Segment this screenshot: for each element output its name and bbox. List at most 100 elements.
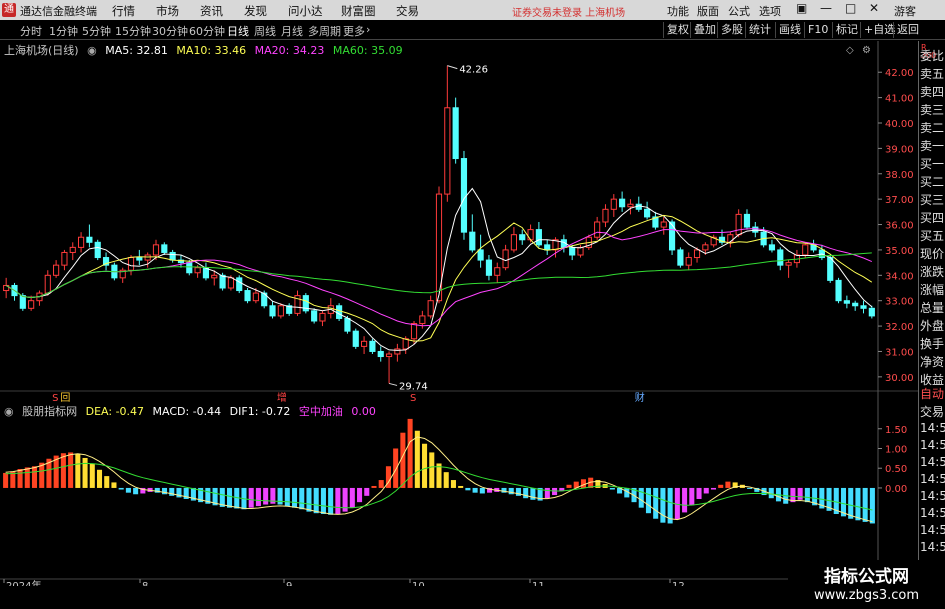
menu-jiaoyi[interactable]: 交易 xyxy=(396,3,419,19)
period-toolbar: 分时 1分钟 5分钟 15分钟 30分钟 60分钟 日线 周线 月线 多周期 更… xyxy=(0,20,945,40)
macd-bar xyxy=(161,487,168,495)
period-30min[interactable]: 30分钟 xyxy=(152,23,188,39)
candle-body xyxy=(535,229,542,246)
quote-buy1: 买一 xyxy=(920,157,945,171)
candle-body xyxy=(152,244,160,256)
macd-bar xyxy=(472,487,478,493)
macd-bar xyxy=(277,487,283,505)
menu-faxian[interactable]: 发现 xyxy=(244,3,267,19)
low-label: 29.74 xyxy=(399,381,428,392)
price-tick-label: 34.00 xyxy=(885,271,914,282)
stats-button[interactable]: 统计 xyxy=(745,22,774,38)
candle-body xyxy=(502,249,509,269)
adjust-button[interactable]: 复权 xyxy=(663,22,692,38)
f10-button[interactable]: F10 xyxy=(804,22,831,38)
candle-body xyxy=(28,300,35,309)
app-logo-icon: 通 xyxy=(2,3,16,17)
minimize-icon[interactable]: — xyxy=(820,1,832,15)
macd-bar xyxy=(653,487,659,519)
macd-bar xyxy=(450,480,456,488)
period-weekly[interactable]: 周线 xyxy=(254,23,276,39)
restore-layout-icon[interactable]: ▣ xyxy=(796,1,807,15)
macd-bar xyxy=(357,487,363,503)
period-multi[interactable]: 多周期 xyxy=(308,23,341,39)
low-pointer xyxy=(388,382,398,386)
period-daily[interactable]: 日线 xyxy=(227,23,249,39)
axis-labels: 30.00 31.00 32.00 33.00 34.00 35.00 36.00 37.00… xyxy=(0,68,918,586)
kline-chart[interactable]: 30.00 31.00 32.00 33.00 34.00 35.00 36.00 37.00… xyxy=(0,41,918,586)
macd-bar xyxy=(479,487,485,494)
candle-body xyxy=(835,279,842,302)
login-notice[interactable]: 证券交易未登录 上海机场 xyxy=(512,4,625,19)
time-tick-label: 8 xyxy=(142,581,148,586)
menu-caifuquan[interactable]: 财富圈 xyxy=(341,3,376,19)
signal-value: 0.00 xyxy=(351,405,376,418)
macd-bar xyxy=(566,484,572,488)
period-5min[interactable]: 5分钟 xyxy=(82,23,111,39)
period-more[interactable]: 更多 xyxy=(343,23,365,39)
signal-label: 空中加油 xyxy=(298,405,343,418)
trade-time: 14:56 xyxy=(920,421,945,435)
macd-bar xyxy=(82,457,88,488)
macd-bar xyxy=(349,487,355,508)
candle-body xyxy=(527,229,534,241)
high-label: 42.26 xyxy=(459,65,488,76)
candle-body xyxy=(693,249,701,259)
candle-body xyxy=(269,305,276,317)
legend-toggle-icon[interactable]: ◉ xyxy=(87,44,97,57)
menu-hangqing[interactable]: 行情 xyxy=(112,3,135,19)
period-1min[interactable]: 1分钟 xyxy=(49,23,78,39)
period-15min[interactable]: 15分钟 xyxy=(115,23,151,39)
menu-gongneng[interactable]: 功能 xyxy=(667,3,689,19)
time-tick-label: 12 xyxy=(672,581,685,586)
period-60min[interactable]: 60分钟 xyxy=(189,23,225,39)
candle-body xyxy=(577,246,584,256)
quote-volume: 总量 xyxy=(920,301,945,315)
menu-banmian[interactable]: 版面 xyxy=(697,3,719,19)
candle-body xyxy=(702,244,709,251)
candle-body xyxy=(336,305,343,319)
more-chevron-icon[interactable]: › xyxy=(366,23,370,36)
indicator-name: 股朋指标网 xyxy=(22,405,78,418)
guest-label[interactable]: 游客 xyxy=(894,3,916,19)
price-tick-label: 33.00 xyxy=(885,297,914,308)
macd-bar xyxy=(378,480,384,488)
mark-button[interactable]: 标记 xyxy=(832,22,861,38)
quote-trades: 交易 xyxy=(920,405,945,419)
menu-gongshi[interactable]: 公式 xyxy=(728,3,750,19)
price-tick-label: 41.00 xyxy=(885,94,914,105)
back-button[interactable]: 返回 xyxy=(893,22,922,38)
candle-body xyxy=(77,236,85,248)
price-tick-label: 37.00 xyxy=(885,195,914,206)
macd-bar xyxy=(248,487,254,508)
quote-sell1: 卖一 xyxy=(920,139,945,153)
menu-xuanxiang[interactable]: 选项 xyxy=(759,3,781,19)
macd-bar xyxy=(422,443,428,488)
candle-body xyxy=(19,295,26,309)
macd-bar xyxy=(68,452,74,488)
menu-zixun[interactable]: 资讯 xyxy=(200,3,223,19)
candle-body xyxy=(194,267,201,274)
macd-bar xyxy=(869,487,875,524)
candle-body xyxy=(685,257,692,266)
multi-stock-button[interactable]: 多股 xyxy=(717,22,746,38)
candle-body xyxy=(252,292,259,302)
macd-bar xyxy=(133,487,139,495)
maximize-icon[interactable]: □ xyxy=(845,1,856,15)
macd-bar xyxy=(89,463,95,488)
period-fenshi[interactable]: 分时 xyxy=(20,23,42,39)
indicator-toggle-icon[interactable]: ◉ xyxy=(4,405,14,418)
overlay-button[interactable]: 叠加 xyxy=(690,22,719,38)
menu-shichang[interactable]: 市场 xyxy=(156,3,179,19)
candle-body xyxy=(244,290,251,302)
quote-auto[interactable]: 自动 xyxy=(920,385,944,402)
close-icon[interactable]: ✕ xyxy=(869,1,879,15)
draw-line-button[interactable]: 画线 xyxy=(775,22,804,38)
candle-body xyxy=(827,257,834,281)
menu-wenxiaoda[interactable]: 问小达 xyxy=(288,3,323,19)
candle-body xyxy=(452,107,459,160)
candle-body xyxy=(802,244,809,256)
period-monthly[interactable]: 月线 xyxy=(281,23,303,39)
macd-bar xyxy=(118,487,124,490)
candle-body xyxy=(94,241,101,259)
